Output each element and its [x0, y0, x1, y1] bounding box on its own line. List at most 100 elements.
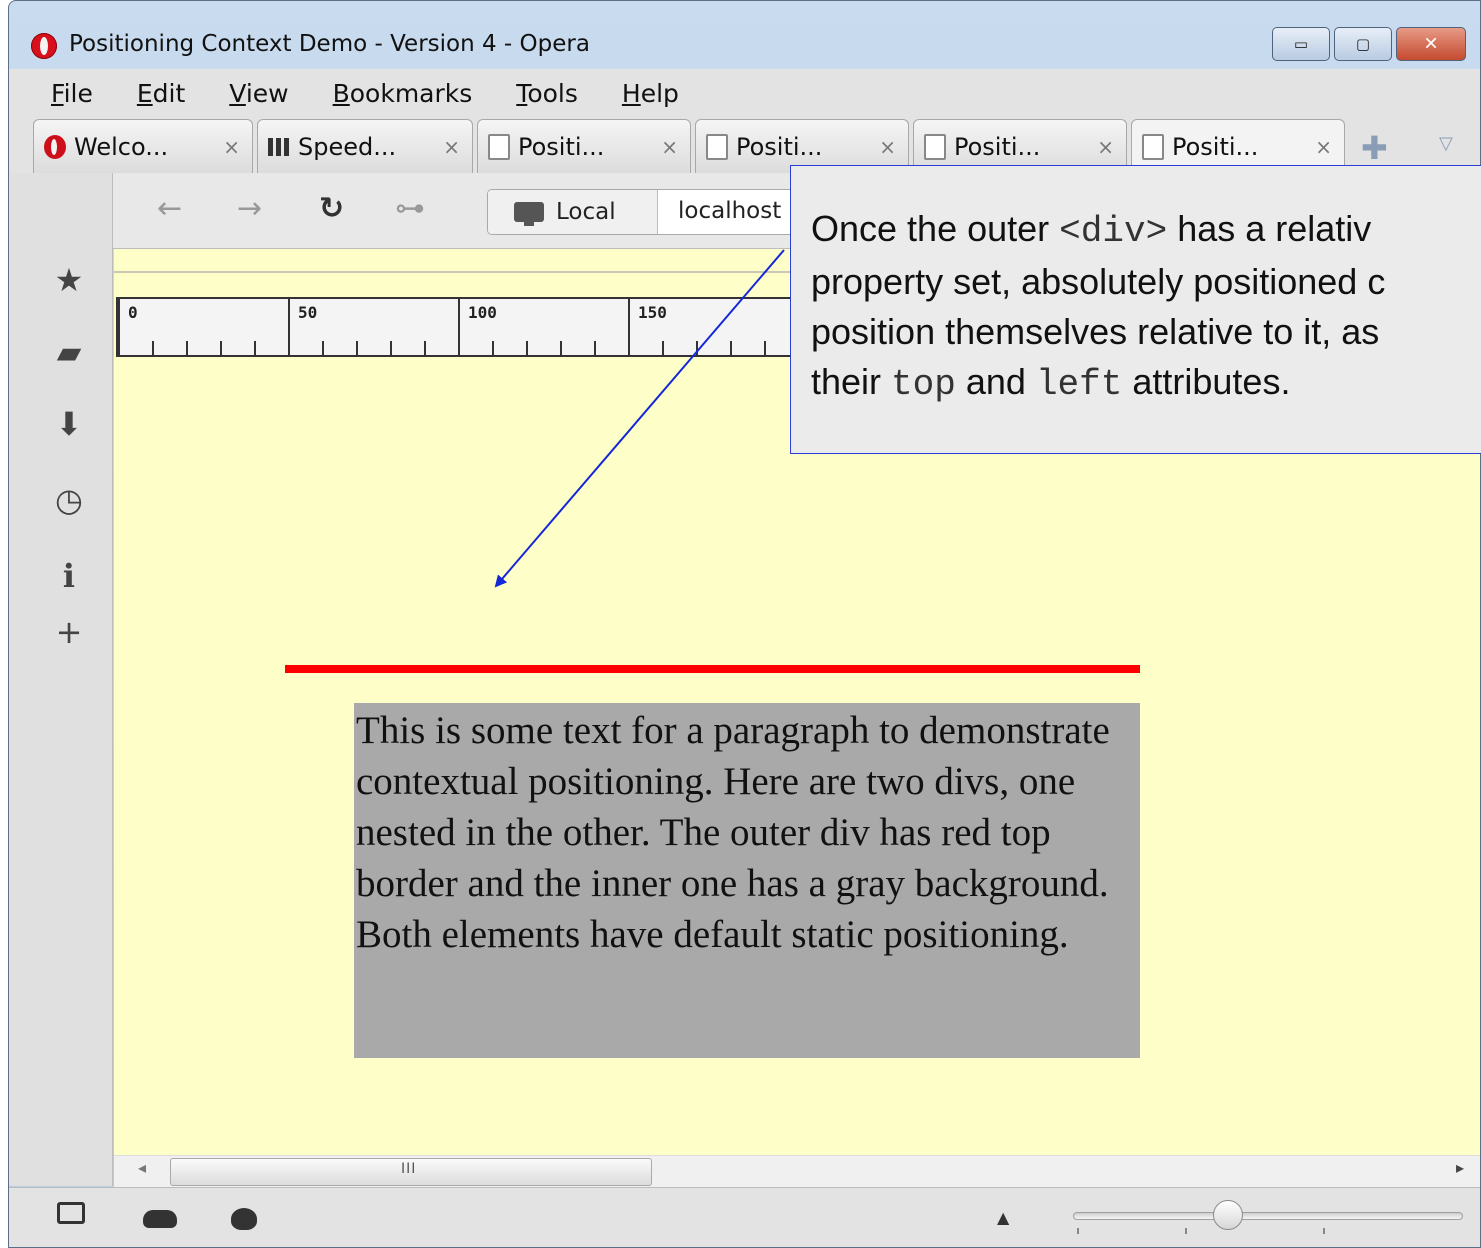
- ruler-minor-tick: [560, 341, 562, 355]
- callout-line-2: property set, absolutely positioned c: [811, 261, 1386, 302]
- zoom-tick: [1077, 1228, 1079, 1234]
- callout-text: and: [955, 361, 1036, 402]
- panel-toggle-icon[interactable]: [57, 1202, 85, 1224]
- minimize-button[interactable]: ▭: [1272, 27, 1330, 61]
- tab-close-icon[interactable]: ×: [1097, 135, 1114, 159]
- url-text[interactable]: localhost: [678, 198, 781, 224]
- callout-line-3: position themselves relative to it, as: [811, 311, 1380, 352]
- sidebar-panel: ★ ▰ ⬇ ◷ ℹ +: [9, 173, 113, 1186]
- scroll-grip: III: [401, 1161, 417, 1177]
- scrollbar-thumb[interactable]: III: [170, 1158, 652, 1186]
- ruler-minor-tick: [526, 341, 528, 355]
- maximize-button[interactable]: ▢: [1334, 27, 1392, 61]
- page-icon: [488, 133, 510, 160]
- ruler-major-tick: [288, 299, 290, 357]
- turbo-speedometer-icon[interactable]: [231, 1208, 257, 1230]
- callout-code-left: left: [1035, 364, 1123, 405]
- ruler-minor-tick: [186, 341, 188, 355]
- ruler-label: 100: [468, 303, 497, 322]
- security-badge[interactable]: Local: [488, 190, 658, 234]
- key-icon[interactable]: ⊶: [395, 191, 425, 226]
- info-icon[interactable]: ℹ: [49, 557, 89, 595]
- callout-code-top: top: [891, 364, 956, 405]
- minimize-icon: ▭: [1293, 35, 1309, 53]
- zoom-tick: [1185, 1228, 1187, 1234]
- ruler-minor-tick: [322, 341, 324, 355]
- page-icon: [924, 133, 946, 160]
- annotation-callout: Once the outer <div> has a relativ prope…: [790, 165, 1481, 454]
- history-clock-icon[interactable]: ◷: [49, 481, 89, 519]
- ruler-major-tick: [628, 299, 630, 357]
- ruler-major-tick: [118, 299, 120, 357]
- ruler-major-tick: [458, 299, 460, 357]
- demo-paragraph: This is some text for a paragraph to dem…: [356, 709, 1110, 956]
- tab-welcome[interactable]: Welco... ×: [33, 119, 253, 173]
- bookmarks-star-icon[interactable]: ★: [49, 261, 89, 299]
- menu-view[interactable]: View: [229, 79, 288, 108]
- menu-file[interactable]: File: [51, 79, 93, 108]
- ruler-minor-tick: [492, 341, 494, 355]
- zoom-menu-arrow-icon[interactable]: ▲: [997, 1208, 1009, 1227]
- tab-close-icon[interactable]: ×: [1315, 135, 1332, 159]
- menu-help[interactable]: Help: [622, 79, 679, 108]
- ruler-minor-tick: [696, 341, 698, 355]
- callout-line-4: their top and left attributes.: [811, 357, 1481, 410]
- scroll-left-arrow-icon[interactable]: ◂: [138, 1158, 146, 1177]
- page-icon: [1142, 133, 1164, 160]
- back-arrow-icon[interactable]: ←: [157, 191, 182, 226]
- window-controls: ▭ ▢ ✕: [1272, 27, 1466, 61]
- opera-icon: [44, 134, 66, 159]
- menu-bookmarks[interactable]: Bookmarks: [333, 79, 473, 108]
- opera-logo-icon: [31, 33, 57, 59]
- tab-label: Positi...: [1172, 132, 1259, 161]
- zoom-slider-track[interactable]: [1073, 1212, 1463, 1220]
- ruler-minor-tick: [254, 341, 256, 355]
- callout-text: attributes.: [1122, 361, 1291, 402]
- callout-text: their: [811, 361, 892, 402]
- outer-div-red-top-border: [285, 665, 1140, 673]
- callout-code-div: <div>: [1059, 211, 1168, 252]
- tab-close-icon[interactable]: ×: [879, 135, 896, 159]
- menu-edit[interactable]: Edit: [137, 79, 185, 108]
- add-panel-icon[interactable]: +: [49, 613, 89, 651]
- tab-label: Welco...: [74, 132, 169, 161]
- reload-icon[interactable]: ↻: [319, 191, 344, 226]
- new-tab-icon[interactable]: ✚: [1361, 129, 1388, 167]
- zoom-slider-knob[interactable]: [1213, 1200, 1243, 1230]
- ruler-label: 0: [128, 303, 138, 322]
- speed-dial-icon: [268, 137, 290, 156]
- tab-positioning-1[interactable]: Positi... ×: [477, 119, 691, 173]
- forward-arrow-icon[interactable]: →: [237, 191, 262, 226]
- zoom-tick: [1323, 1228, 1325, 1234]
- ruler-minor-tick: [764, 341, 766, 355]
- menu-tools[interactable]: Tools: [516, 79, 578, 108]
- opera-unite-cloud-icon[interactable]: [143, 1210, 177, 1228]
- close-icon: ✕: [1423, 33, 1439, 55]
- notes-icon[interactable]: ▰: [49, 333, 89, 371]
- ruler-minor-tick: [730, 341, 732, 355]
- security-label: Local: [556, 199, 616, 225]
- tab-menu-chevron-icon[interactable]: ▽: [1439, 133, 1453, 154]
- tab-close-icon[interactable]: ×: [223, 135, 240, 159]
- callout-text: Once the outer: [811, 208, 1060, 249]
- close-window-button[interactable]: ✕: [1396, 27, 1466, 61]
- page-icon: [706, 133, 728, 160]
- scroll-right-arrow-icon[interactable]: ▸: [1456, 1158, 1464, 1177]
- tab-label: Positi...: [518, 132, 605, 161]
- tab-label: Speed...: [298, 132, 397, 161]
- callout-text: has a relativ: [1167, 208, 1372, 249]
- tab-speed-dial[interactable]: Speed... ×: [257, 119, 473, 173]
- tab-close-icon[interactable]: ×: [443, 135, 460, 159]
- downloads-icon[interactable]: ⬇: [49, 405, 89, 443]
- status-bar: ▲: [9, 1187, 1480, 1247]
- tab-close-icon[interactable]: ×: [661, 135, 678, 159]
- horizontal-scrollbar[interactable]: ◂ III ▸: [114, 1155, 1480, 1187]
- tab-label: Positi...: [954, 132, 1041, 161]
- maximize-icon: ▢: [1355, 35, 1371, 53]
- window-title: Positioning Context Demo - Version 4 - O…: [69, 31, 590, 57]
- ruler-minor-tick: [662, 341, 664, 355]
- monitor-icon: [514, 202, 544, 226]
- inner-div-gray: This is some text for a paragraph to dem…: [354, 703, 1140, 1058]
- ruler-label: 150: [638, 303, 667, 322]
- title-bar: Positioning Context Demo - Version 4 - O…: [9, 1, 1480, 69]
